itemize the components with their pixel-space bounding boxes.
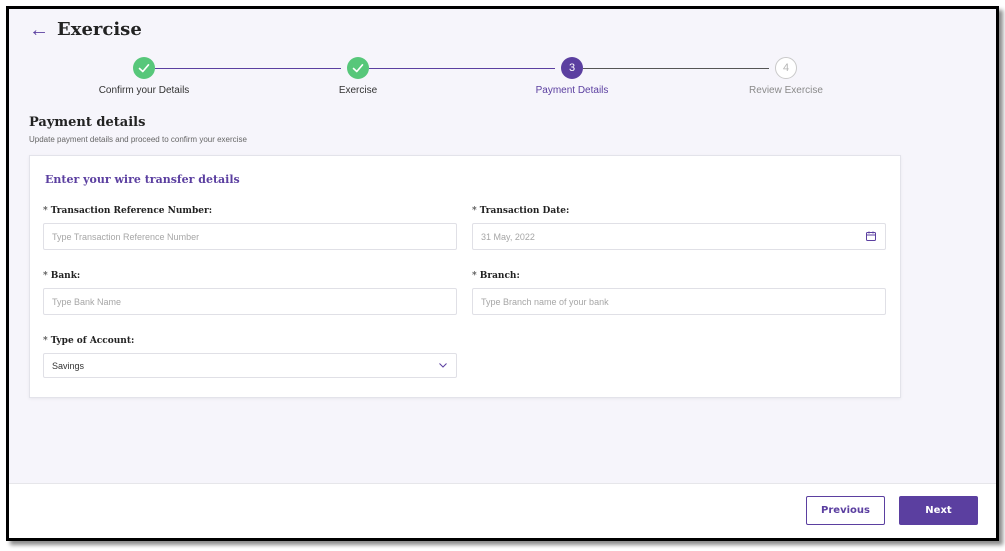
section-subtitle: Update payment details and proceed to co… <box>29 135 247 144</box>
branch-field: * Branch: Type Branch name of your bank <box>472 271 886 315</box>
step-label: Payment Details <box>535 85 609 96</box>
step-exercise[interactable]: Exercise <box>288 57 428 96</box>
account-type-select[interactable]: Savings <box>43 353 457 378</box>
step-label: Review Exercise <box>749 85 823 96</box>
transaction-reference-field: * Transaction Reference Number: Type Tran… <box>43 206 457 250</box>
field-label: * Bank: <box>43 271 457 285</box>
check-icon <box>133 57 155 79</box>
wire-transfer-card: Enter your wire transfer details * Transa… <box>29 155 901 398</box>
app-window: ← Exercise Confirm your Details Exercise… <box>6 6 999 541</box>
step-confirm-details[interactable]: Confirm your Details <box>74 57 214 96</box>
branch-input[interactable]: Type Branch name of your bank <box>472 288 886 315</box>
transaction-date-field: * Transaction Date: 31 May, 2022 <box>472 206 886 250</box>
field-label: * Transaction Date: <box>472 206 886 220</box>
card-title: Enter your wire transfer details <box>45 173 240 186</box>
bank-field: * Bank: Type Bank Name <box>43 271 457 315</box>
field-label-text: Branch: <box>479 271 520 281</box>
step-review-exercise[interactable]: 4 Review Exercise <box>716 57 856 96</box>
required-marker: * <box>43 336 48 346</box>
input-placeholder: Type Transaction Reference Number <box>52 231 200 242</box>
previous-button[interactable]: Previous <box>806 496 885 525</box>
input-value: 31 May, 2022 <box>481 231 535 242</box>
field-label-text: Type of Account: <box>50 336 135 346</box>
step-label: Confirm your Details <box>98 85 190 96</box>
check-icon <box>347 57 369 79</box>
required-marker: * <box>43 206 48 216</box>
back-arrow-icon[interactable]: ← <box>29 20 49 40</box>
step-number: 3 <box>561 57 583 79</box>
next-button[interactable]: Next <box>899 496 978 525</box>
required-marker: * <box>472 271 477 281</box>
footer-bar: Previous Next <box>9 483 996 538</box>
account-type-field: * Type of Account: Savings <box>43 336 457 378</box>
progress-stepper: Confirm your Details Exercise 3 Payment … <box>9 57 996 107</box>
field-label-text: Bank: <box>50 271 81 281</box>
required-marker: * <box>472 206 477 216</box>
transaction-reference-input[interactable]: Type Transaction Reference Number <box>43 223 457 250</box>
page-header: ← Exercise <box>29 19 142 40</box>
field-label-text: Transaction Date: <box>479 206 570 216</box>
field-label-text: Transaction Reference Number: <box>50 206 213 216</box>
section-title: Payment details <box>29 115 146 130</box>
page-title: Exercise <box>57 19 142 40</box>
step-label: Exercise <box>338 85 378 96</box>
input-placeholder: Type Branch name of your bank <box>481 296 609 307</box>
transaction-date-input[interactable]: 31 May, 2022 <box>472 223 886 250</box>
required-marker: * <box>43 271 48 281</box>
field-label: * Transaction Reference Number: <box>43 206 457 220</box>
field-label: * Type of Account: <box>43 336 457 350</box>
select-value: Savings <box>52 360 85 371</box>
step-payment-details[interactable]: 3 Payment Details <box>502 57 642 96</box>
field-label: * Branch: <box>472 271 886 285</box>
step-number: 4 <box>775 57 797 79</box>
input-placeholder: Type Bank Name <box>52 296 122 307</box>
bank-input[interactable]: Type Bank Name <box>43 288 457 315</box>
chevron-down-icon <box>438 360 448 372</box>
calendar-icon[interactable] <box>865 230 877 244</box>
